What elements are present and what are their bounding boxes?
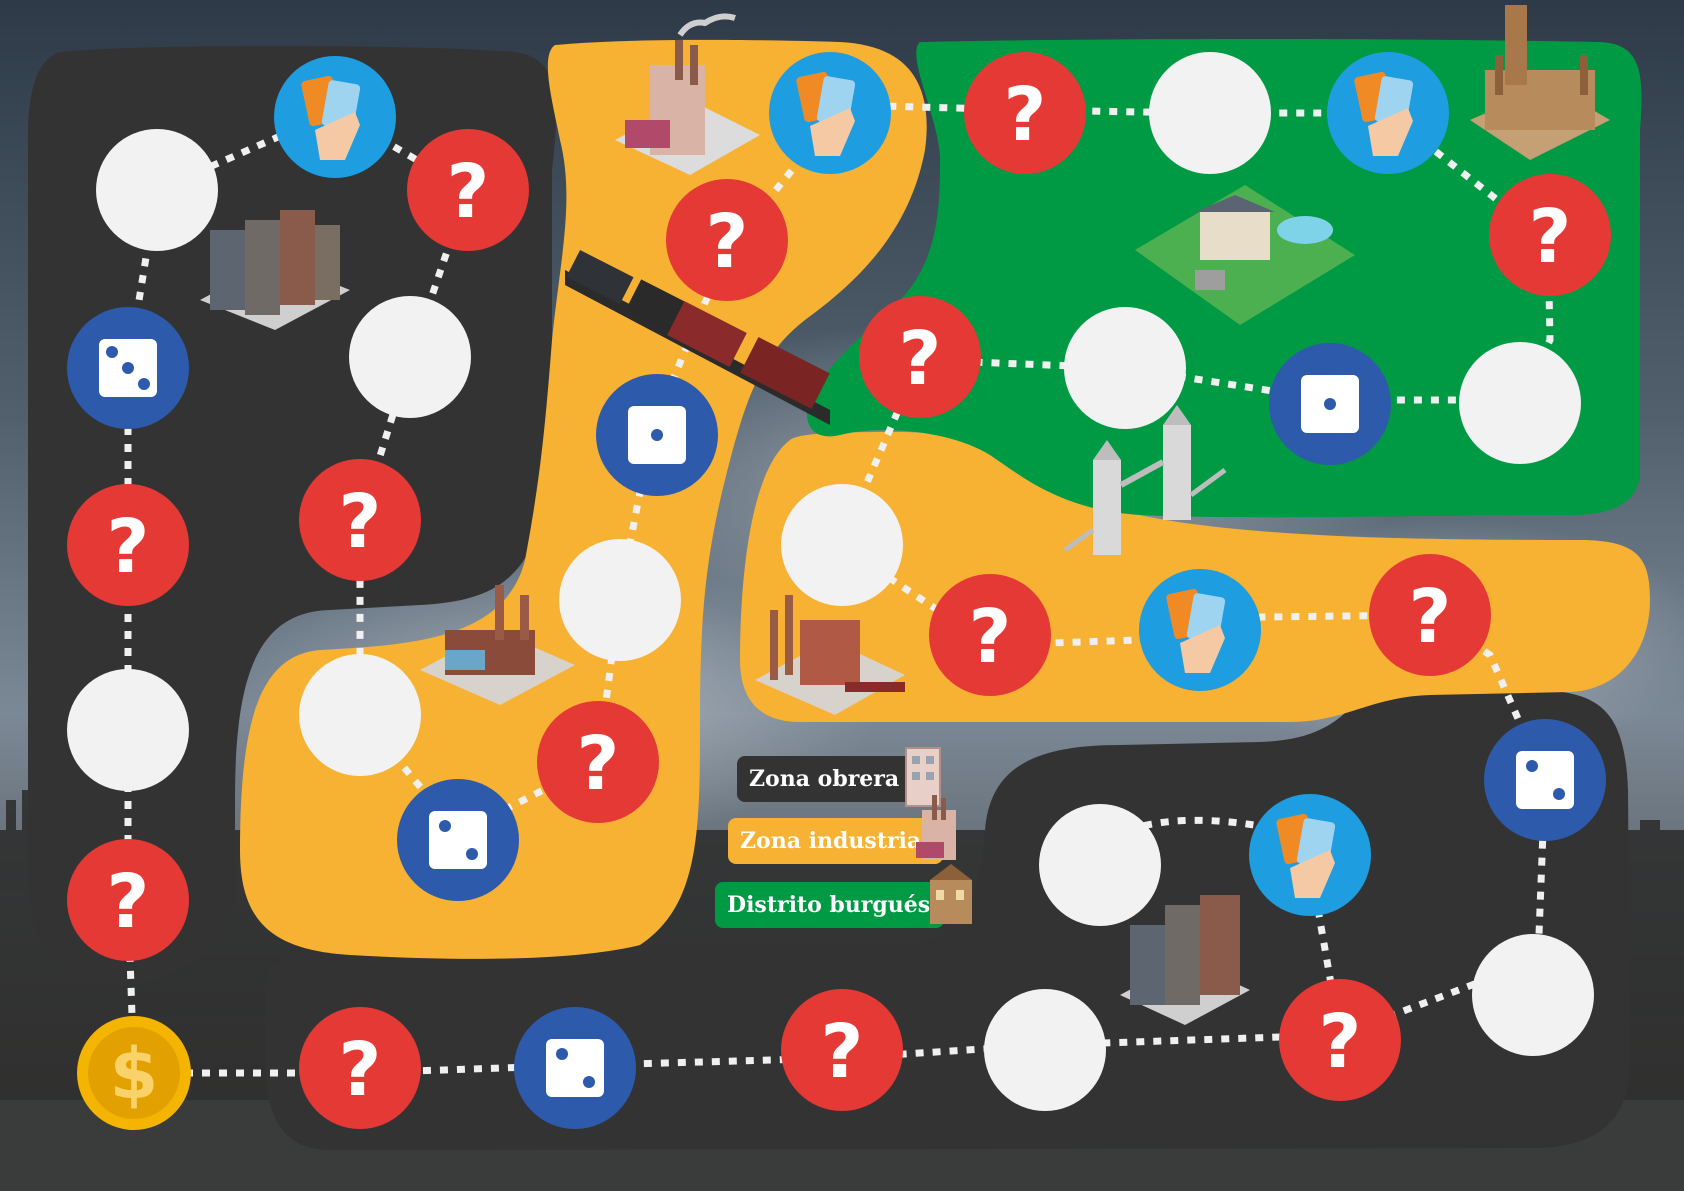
dice-icon xyxy=(546,1039,604,1097)
question-square[interactable]: ? xyxy=(537,701,659,823)
question-square[interactable]: ? xyxy=(929,574,1051,696)
question-square[interactable]: ? xyxy=(964,52,1086,174)
empty-square[interactable] xyxy=(984,989,1106,1111)
question-mark-icon: ? xyxy=(899,316,942,402)
empty-square[interactable] xyxy=(781,484,903,606)
question-mark-icon: ? xyxy=(339,1027,382,1113)
empty-square[interactable] xyxy=(96,129,218,251)
empty-square[interactable] xyxy=(67,669,189,791)
question-mark-icon: ? xyxy=(1409,574,1452,660)
question-mark-icon: ? xyxy=(1004,72,1047,158)
question-square[interactable]: ? xyxy=(1279,979,1401,1101)
legend-label: Zona obrera xyxy=(749,766,900,792)
dice-icon xyxy=(1301,375,1359,433)
legend-distrito-burgues: Distrito burgués xyxy=(715,882,945,928)
empty-square[interactable] xyxy=(1039,804,1161,926)
dice-icon xyxy=(628,406,686,464)
question-square[interactable]: ? xyxy=(859,296,981,418)
start-square[interactable]: $ xyxy=(77,1016,191,1130)
empty-square[interactable] xyxy=(349,296,471,418)
question-mark-icon: ? xyxy=(821,1009,864,1095)
card-square[interactable] xyxy=(1327,52,1449,174)
empty-square[interactable] xyxy=(1459,342,1581,464)
legend-zona-obrera: Zona obrera xyxy=(737,756,914,802)
question-mark-icon: ? xyxy=(107,859,150,945)
question-square[interactable]: ? xyxy=(299,1007,421,1129)
question-square[interactable]: ? xyxy=(299,459,421,581)
dice-square[interactable] xyxy=(67,307,189,429)
dice-icon xyxy=(429,811,487,869)
dice-square[interactable] xyxy=(514,1007,636,1129)
question-square[interactable]: ? xyxy=(407,129,529,251)
empty-square[interactable] xyxy=(1472,934,1594,1056)
question-mark-icon: ? xyxy=(577,721,620,807)
game-board: $ ? ? ? ? ? ? ? ? ? ? ? ? ? ? Zona obrer… xyxy=(0,0,1684,1191)
card-square[interactable] xyxy=(769,52,891,174)
dice-square[interactable] xyxy=(1269,343,1391,465)
question-mark-icon: ? xyxy=(107,504,150,590)
legend-label: Distrito burgués xyxy=(727,892,931,918)
empty-square[interactable] xyxy=(1149,52,1271,174)
question-mark-icon: ? xyxy=(969,594,1012,680)
empty-square[interactable] xyxy=(559,539,681,661)
dice-icon xyxy=(99,339,157,397)
empty-square[interactable] xyxy=(1064,307,1186,429)
card-square[interactable] xyxy=(274,56,396,178)
dice-square[interactable] xyxy=(596,374,718,496)
dice-square[interactable] xyxy=(1484,719,1606,841)
question-mark-icon: ? xyxy=(447,149,490,235)
question-square[interactable]: ? xyxy=(666,179,788,301)
dice-icon xyxy=(1516,751,1574,809)
question-mark-icon: ? xyxy=(1319,999,1362,1085)
question-mark-icon: ? xyxy=(339,479,382,565)
palace-icon xyxy=(930,864,972,924)
dollar-coin-icon: $ xyxy=(110,1033,159,1115)
factory-icon xyxy=(916,795,956,860)
question-square[interactable]: ? xyxy=(67,484,189,606)
question-square[interactable]: ? xyxy=(67,839,189,961)
question-square[interactable]: ? xyxy=(781,989,903,1111)
card-square[interactable] xyxy=(1139,569,1261,691)
dice-square[interactable] xyxy=(397,779,519,901)
card-square[interactable] xyxy=(1249,794,1371,916)
legend-label: Zona industrial xyxy=(740,828,930,854)
empty-square[interactable] xyxy=(299,654,421,776)
question-mark-icon: ? xyxy=(1529,194,1572,280)
question-square[interactable]: ? xyxy=(1489,174,1611,296)
board-canvas: $ ? ? ? ? ? ? ? ? ? ? ? ? ? ? xyxy=(0,0,1684,1191)
question-mark-icon: ? xyxy=(706,199,749,285)
question-square[interactable]: ? xyxy=(1369,554,1491,676)
